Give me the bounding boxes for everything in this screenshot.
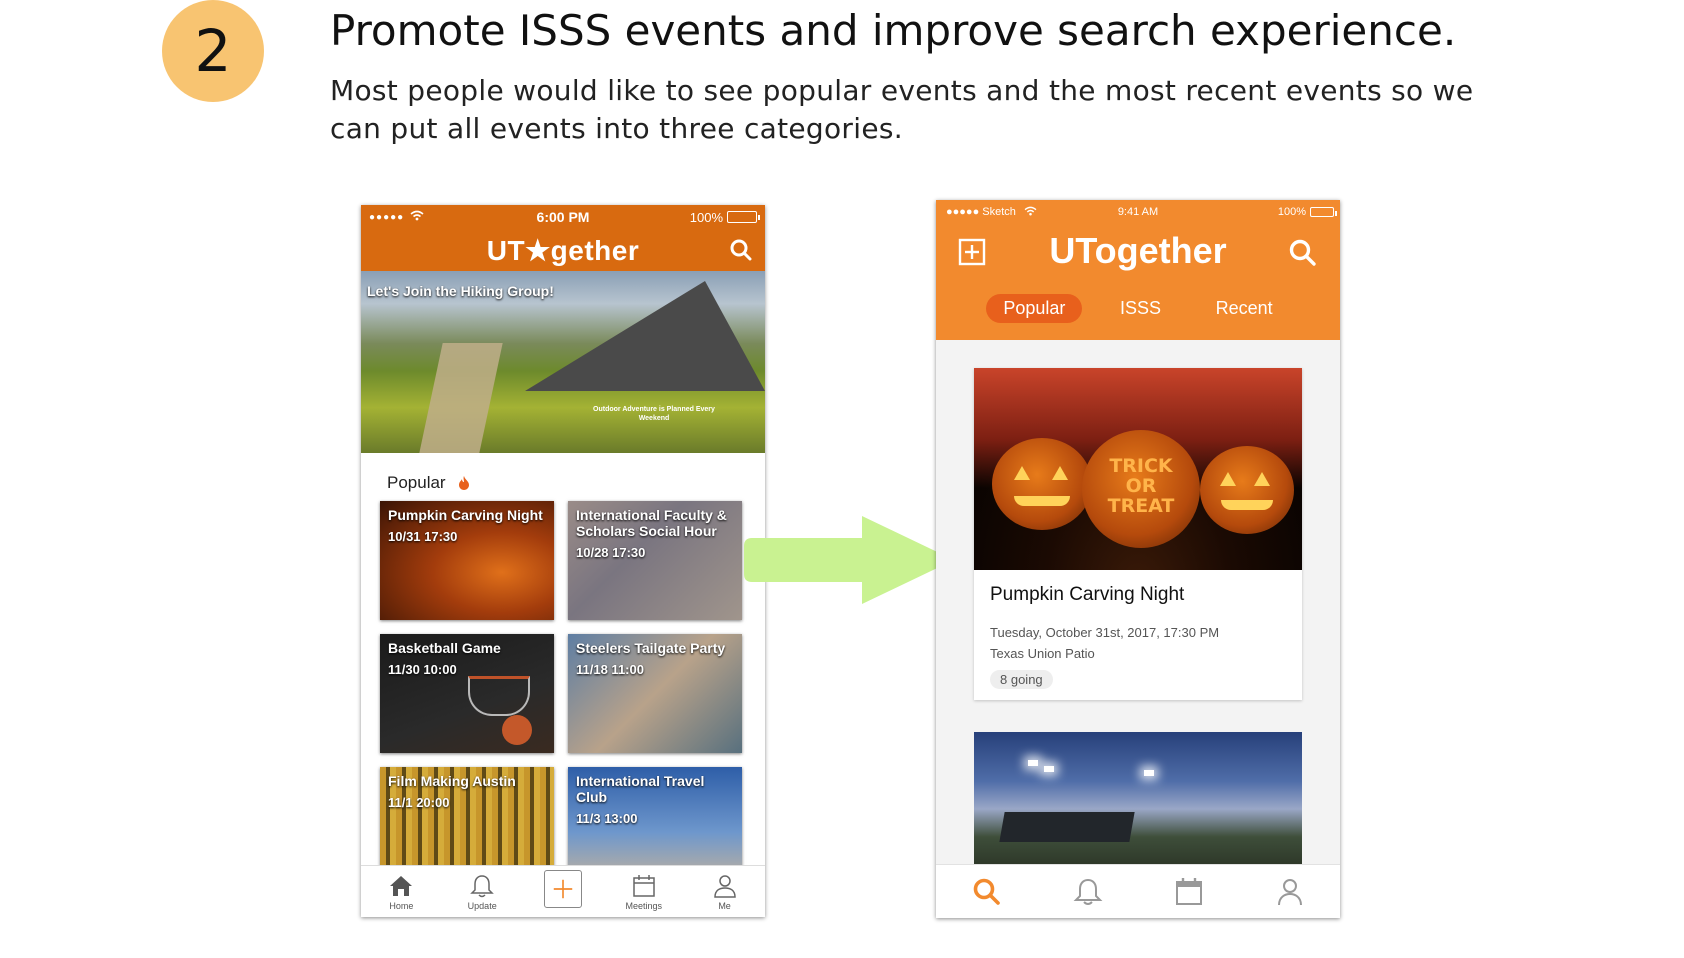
event-tile[interactable]: Steelers Tailgate Party 11/18 11:00 [568, 634, 742, 753]
app-logo: UT★gether [486, 234, 640, 266]
tab-home[interactable]: Home [371, 873, 431, 911]
event-title: Pumpkin Carving Night [990, 584, 1185, 605]
bell-icon[interactable] [1072, 876, 1104, 908]
calendar-icon[interactable] [1173, 876, 1205, 908]
app-header: UT★gether [361, 229, 765, 271]
tab-label: Home [389, 900, 414, 911]
user-icon [713, 874, 736, 898]
banner-trail [419, 343, 503, 453]
step-description: Most people would like to see popular ev… [330, 74, 1474, 145]
phone-mockup-before: ●●●●● 6:00 PM 100% UT★gether Let's Join … [361, 205, 765, 917]
event-tile-date: 10/31 17:30 [388, 529, 458, 544]
status-bar: ●●●●● 6:00 PM 100% [361, 205, 765, 229]
section-label: Popular [387, 473, 446, 492]
step-number-badge: 2 [162, 0, 264, 102]
event-tile[interactable]: Basketball Game 11/30 10:00 [380, 634, 554, 753]
pumpkin-carved: TRICK OR TREAT [1082, 430, 1200, 548]
tab-popular[interactable]: Popular [986, 294, 1083, 323]
attendee-count-badge: 8 going [990, 670, 1053, 689]
step-title: Promote ISSS events and improve search e… [330, 6, 1457, 55]
event-tile-date: 11/30 10:00 [388, 662, 457, 677]
event-card-image[interactable] [974, 732, 1302, 872]
battery-icon [727, 211, 760, 223]
search-icon[interactable] [1288, 238, 1318, 268]
tab-create[interactable] [533, 869, 593, 908]
event-tile-date: 11/18 11:00 [576, 662, 644, 677]
event-card-image: TRICK OR TREAT [974, 368, 1302, 570]
home-icon [390, 875, 413, 896]
event-tile-title: Steelers Tailgate Party [576, 640, 726, 656]
pumpkin-carving-line: TREAT [1107, 495, 1175, 517]
event-location: Texas Union Patio [990, 646, 1095, 661]
event-tile-title: Film Making Austin [388, 773, 516, 789]
tab-me[interactable]: Me [695, 873, 755, 911]
tab-update[interactable]: Update [452, 873, 512, 911]
tab-label: Me [718, 900, 731, 911]
calendar-icon [633, 874, 655, 897]
flame-icon [458, 476, 469, 490]
popular-section-header: Popular [361, 453, 765, 501]
app-logo: UTogether [1049, 230, 1227, 271]
plus-icon [553, 879, 573, 898]
arrow-right-icon [744, 516, 954, 604]
search-icon[interactable] [729, 238, 753, 262]
event-tile-title: Pumpkin Carving Night [388, 507, 543, 523]
event-datetime: Tuesday, October 31st, 2017, 17:30 PM [990, 625, 1220, 640]
bottom-tab-bar [936, 864, 1340, 918]
event-tile[interactable]: International Faculty & Scholars Social … [568, 501, 742, 620]
user-icon[interactable] [1274, 876, 1306, 908]
status-time: 6:00 PM [536, 209, 590, 225]
stadium-stand [999, 812, 1135, 842]
event-tile-date: 11/3 13:00 [576, 811, 638, 826]
pumpkin [992, 438, 1092, 530]
event-grid: Pumpkin Carving Night 10/31 17:30 Intern… [361, 501, 765, 886]
basketball [502, 715, 532, 745]
banner-tagline: Outdoor Adventure is Planned Every Weeke… [593, 406, 715, 422]
battery-icon [1310, 207, 1337, 217]
tab-label: Update [467, 900, 497, 911]
tab-recent[interactable]: Recent [1199, 294, 1290, 323]
pumpkin [1200, 446, 1294, 534]
tab-meetings[interactable]: Meetings [614, 873, 674, 911]
pumpkin-carving-line: OR [1125, 475, 1157, 497]
event-tile-title: International Travel Club [576, 773, 705, 805]
event-tile[interactable]: Pumpkin Carving Night 10/31 17:30 [380, 501, 554, 620]
event-card[interactable]: TRICK OR TREAT Pumpkin Carving Night Tue… [974, 368, 1302, 700]
featured-banner[interactable]: Let's Join the Hiking Group! Outdoor Adv… [361, 271, 765, 453]
event-tile-title: International Faculty & Scholars Social … [576, 507, 727, 539]
banner-caption: Let's Join the Hiking Group! [367, 283, 554, 299]
banner-mountain [525, 281, 765, 391]
pumpkin-carving-line: TRICK [1109, 455, 1173, 477]
bottom-tab-bar: Home Update Meetings Me [361, 865, 765, 917]
search-tab-icon[interactable] [971, 876, 1003, 908]
event-tile-title: Basketball Game [388, 640, 501, 656]
phone-mockup-after: ●●●●● Sketch 9:41 AM 100% UTogether Popu… [936, 200, 1340, 918]
bell-icon [470, 874, 494, 897]
tab-isss[interactable]: ISSS [1103, 294, 1178, 323]
event-tile-date: 10/28 17:30 [576, 545, 646, 560]
status-bar: ●●●●● Sketch 9:41 AM 100% [936, 200, 1340, 224]
create-event-button[interactable] [543, 869, 582, 908]
category-tabs: Popular ISSS Recent [936, 294, 1340, 323]
event-tile-date: 11/1 20:00 [388, 795, 450, 810]
basketball-hoop [468, 676, 530, 716]
app-header: UTogether Popular ISSS Recent [936, 224, 1340, 340]
status-time: 9:41 AM [1117, 206, 1159, 218]
tab-label: Meetings [625, 900, 663, 911]
